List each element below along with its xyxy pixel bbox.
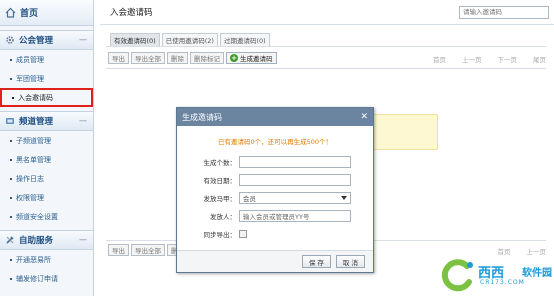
tab-valid-codes[interactable]: 有效邀请码(0) (110, 33, 160, 46)
tab-bar: 有效邀请码(0) 已使用邀请码(2) 过期邀请码(0) (110, 33, 272, 46)
tools-icon (6, 236, 14, 244)
tab-used-codes[interactable]: 已使用邀请码(2) (161, 33, 218, 46)
title-bar: 入会邀请码 (100, 0, 554, 25)
divider (106, 68, 546, 69)
sidebar-item-permissions[interactable]: 权限管理 (0, 188, 93, 207)
bullet-icon (10, 177, 12, 180)
count-label: 生成个数： (203, 158, 237, 167)
channel-icon (6, 118, 14, 124)
section-selfservice[interactable]: 自助服务 一 (0, 230, 93, 250)
export-all-button[interactable]: 导出全部 (131, 52, 165, 64)
divider (106, 46, 546, 47)
top-pager: 首页 上一页 下一页 尾页 (417, 54, 546, 64)
plus-icon: + (230, 54, 238, 62)
generate-code-button[interactable]: + 生成邀请码 (226, 52, 277, 64)
sidebar: 首页 公会管理 一 成员管理 军团管理 入会邀请码 频道管理 一 子频道管理 黑… (0, 0, 94, 296)
sidebar-item-subchannel[interactable]: 子频道管理 (0, 131, 93, 150)
issuer-label: 发放人： (210, 212, 236, 221)
sidebar-item-apply[interactable]: 辅发修订申请 (0, 269, 93, 288)
quota-notice: 已有邀请码0个，还可以再生成500个！ (217, 138, 333, 146)
sidebar-item-legion[interactable]: 军团管理 (0, 69, 93, 88)
page-title: 入会邀请码 (110, 8, 153, 18)
tab-expired-codes[interactable]: 过期邀请码(0) (219, 33, 270, 46)
delete-flag-button[interactable]: 删除标记 (190, 52, 224, 64)
sidebar-item-open[interactable]: 开通恶易所 (0, 250, 93, 269)
expiry-label: 有效日期： (203, 176, 237, 185)
bullet-icon (10, 158, 12, 161)
count-row: 生成个数： (177, 154, 373, 169)
collapse-icon[interactable]: 一 (79, 116, 87, 127)
pager-prev[interactable]: 上一页 (527, 246, 547, 256)
issuer-row: 发放人： 输入会员或管理员YY号 (177, 208, 373, 223)
export-button[interactable]: 导出 (108, 52, 129, 64)
issuer-input[interactable]: 输入会员或管理员YY号 (239, 209, 351, 222)
section-selfservice-label: 自助服务 (19, 236, 54, 246)
search-input[interactable] (459, 5, 549, 19)
save-button[interactable]: 保 存 (301, 255, 331, 268)
pager-next[interactable]: 下一页 (498, 54, 518, 64)
count-input[interactable] (239, 155, 351, 168)
logo-icon (441, 259, 473, 292)
bullet-icon (10, 58, 12, 61)
sync-label: 同步导出： (203, 230, 237, 239)
pager-first[interactable]: 首页 (498, 246, 511, 256)
section-channel-label: 频道管理 (19, 117, 54, 127)
sidebar-item-blacklist[interactable]: 黑名单管理 (0, 150, 93, 169)
sidebar-item-invite-code[interactable]: 入会邀请码 (0, 88, 93, 107)
role-select-value: 会员 (243, 194, 256, 203)
collapse-icon[interactable]: 一 (79, 235, 87, 246)
cancel-button[interactable]: 取 消 (335, 255, 365, 268)
sidebar-item-oplog[interactable]: 操作日志 (0, 169, 93, 188)
bullet-icon (10, 196, 12, 199)
dialog-title: 生成邀请码 (182, 112, 222, 122)
dropdown-arrow-icon (341, 195, 347, 200)
generate-code-dialog: 生成邀请码 ✕ 已有邀请码0个，还可以再生成500个！ 生成个数： 有效日期： … (176, 107, 374, 273)
sidebar-item-members[interactable]: 成员管理 (0, 50, 93, 69)
section-guild[interactable]: 公会管理 一 (0, 30, 93, 50)
gear-icon (6, 36, 14, 44)
expiry-date-input[interactable] (239, 173, 351, 186)
sidebar-item-security[interactable]: 频道安全设置 (0, 207, 93, 226)
home-icon (5, 7, 16, 18)
sync-export-checkbox[interactable] (239, 229, 247, 238)
collapse-icon[interactable]: 一 (79, 35, 87, 46)
watermark-logo: 西西 软件园 CR173.COM (440, 256, 552, 294)
role-select[interactable]: 会员 (239, 191, 351, 204)
bullet-icon (10, 258, 12, 261)
sidebar-home-label: 首页 (20, 9, 39, 19)
watermark-suffix: 软件园 (522, 268, 552, 279)
bullet-icon (10, 215, 12, 218)
send-label: 发放马甲： (203, 194, 237, 203)
bullet-icon (12, 96, 14, 99)
send-row: 发放马甲： 会员 (177, 190, 373, 205)
section-channel[interactable]: 频道管理 一 (0, 111, 93, 131)
export-button[interactable]: 导出 (108, 244, 129, 256)
bullet-icon (10, 77, 12, 80)
export-all-button[interactable]: 导出全部 (131, 244, 165, 256)
bottom-pager: 首页 上一页 (482, 246, 547, 256)
dialog-header: 生成邀请码 ✕ (177, 108, 373, 126)
expiry-row: 有效日期： (177, 172, 373, 187)
close-icon[interactable]: ✕ (360, 112, 368, 122)
sidebar-home[interactable]: 首页 (0, 0, 93, 26)
pager-prev[interactable]: 上一页 (462, 54, 482, 64)
top-toolbar: 导出 导出全部 删除 删除标记 + 生成邀请码 (108, 52, 279, 64)
bullet-icon (10, 139, 12, 142)
dialog-footer: 保 存 取 消 (177, 250, 373, 272)
bullet-icon (10, 277, 12, 280)
sync-row: 同步导出： (177, 226, 373, 241)
section-guild-label: 公会管理 (19, 36, 54, 46)
delete-button[interactable]: 删除 (167, 52, 188, 64)
pager-first[interactable]: 首页 (433, 54, 446, 64)
watermark-url: CR173.COM (480, 279, 525, 286)
pager-last[interactable]: 尾页 (533, 54, 546, 64)
